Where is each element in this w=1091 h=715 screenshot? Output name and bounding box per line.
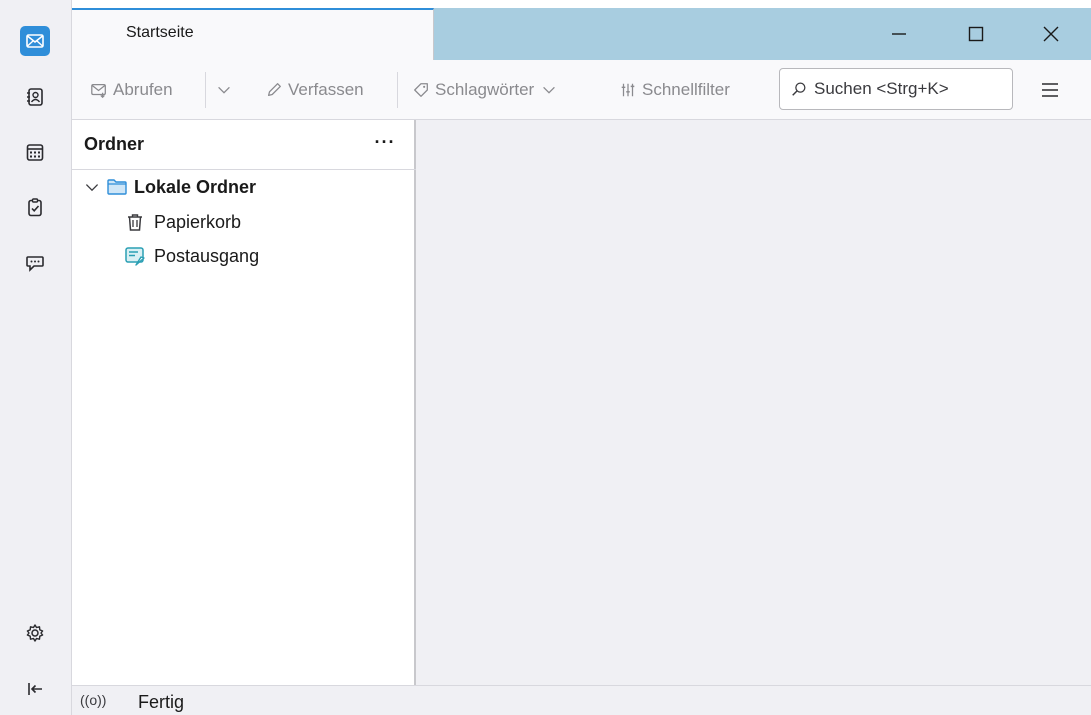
- tab-startseite[interactable]: Startseite: [72, 8, 434, 60]
- folder-local-folders[interactable]: Lokale Ordner: [84, 172, 256, 202]
- close-button[interactable]: [1016, 8, 1086, 60]
- status-text: Fertig: [138, 692, 185, 712]
- online-status-icon[interactable]: ((o)): [80, 692, 106, 708]
- collapse-icon: [28, 683, 42, 695]
- maximize-button[interactable]: [941, 8, 1011, 60]
- address-book-icon: [27, 88, 43, 106]
- maximize-icon: [968, 26, 984, 42]
- search-input[interactable]: Suchen <Strg+K>: [779, 68, 1013, 110]
- tags-label: Schlagwörter: [435, 80, 535, 99]
- quickfilter-label: Schnellfilter: [642, 80, 730, 99]
- mail-space-button[interactable]: [20, 26, 50, 56]
- toolbar-separator: [205, 72, 206, 108]
- tasks-space-button[interactable]: [20, 192, 50, 222]
- chat-icon: [26, 256, 44, 272]
- folder-icon: [107, 179, 127, 195]
- minimize-icon: [892, 33, 906, 35]
- spaces-toolbar: [0, 0, 72, 715]
- trash-icon: [128, 214, 142, 231]
- pencil-icon: [267, 83, 281, 97]
- close-icon: [1043, 26, 1059, 42]
- folder-trash[interactable]: Papierkorb: [124, 207, 241, 237]
- quickfilter-button[interactable]: Schnellfilter: [619, 77, 730, 103]
- folder-label: Lokale Ordner: [134, 176, 257, 197]
- tags-button[interactable]: Schlagwörter: [412, 77, 563, 103]
- calendar-space-button[interactable]: [20, 137, 50, 167]
- filter-sliders-icon: [621, 83, 635, 97]
- chevron-down-icon[interactable]: [84, 179, 100, 195]
- outbox-icon: [125, 247, 145, 266]
- compose-label: Verfassen: [288, 80, 364, 99]
- toolbar-separator: [397, 72, 398, 108]
- folder-pane: Ordner ··· Lokale Ordner Papierkorb Post…: [72, 120, 416, 685]
- get-mail-icon: [91, 83, 106, 99]
- mail-toolbar: Abrufen Verfassen Schlagwörter Schnellfi…: [72, 60, 1091, 120]
- settings-icon: [26, 624, 44, 642]
- get-mail-label: Abrufen: [113, 80, 173, 99]
- search-placeholder: Suchen <Strg+K>: [814, 79, 949, 98]
- collapse-spaces-button[interactable]: [20, 674, 50, 704]
- chat-space-button[interactable]: [20, 248, 50, 278]
- title-bar: Startseite: [72, 0, 1091, 60]
- folder-pane-more-button[interactable]: ···: [370, 132, 400, 156]
- settings-button[interactable]: [20, 618, 50, 648]
- tag-icon: [414, 83, 428, 97]
- hamburger-menu-icon: [1042, 83, 1058, 97]
- minimize-button[interactable]: [864, 8, 934, 60]
- get-mail-dropdown-button[interactable]: [215, 77, 238, 103]
- folder-pane-header: Ordner ···: [72, 120, 416, 170]
- status-bar: ((o)) Fertig: [72, 685, 1091, 715]
- tasks-icon: [28, 198, 42, 217]
- mail-icon: [26, 34, 44, 48]
- tab-label: Startseite: [126, 24, 194, 41]
- get-mail-button[interactable]: Abrufen: [90, 77, 173, 103]
- folder-outbox[interactable]: Postausgang: [124, 241, 259, 271]
- calendar-icon: [26, 144, 44, 161]
- search-icon: [792, 82, 806, 96]
- folder-label: Postausgang: [154, 245, 260, 266]
- compose-button[interactable]: Verfassen: [265, 77, 364, 103]
- folder-label: Papierkorb: [154, 211, 242, 232]
- chevron-down-icon: [543, 86, 556, 94]
- chevron-down-icon: [218, 86, 230, 94]
- message-area: [416, 120, 1091, 685]
- folder-pane-title: Ordner: [84, 134, 145, 154]
- app-menu-button[interactable]: [1032, 75, 1068, 105]
- address-book-space-button[interactable]: [20, 82, 50, 112]
